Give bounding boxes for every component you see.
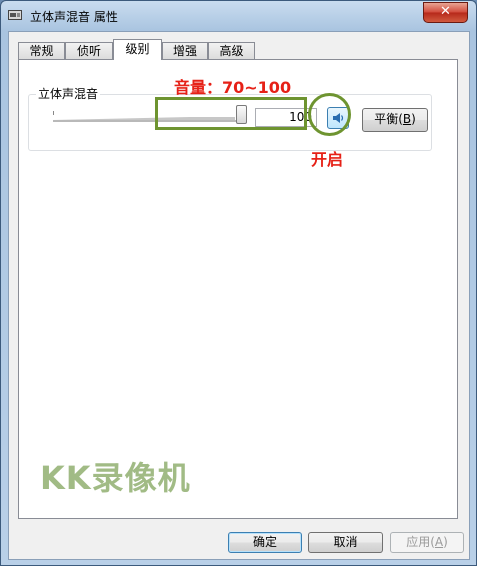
balance-label-suffix: )	[411, 112, 416, 126]
title-bar[interactable]: 立体声混音 属性 ✕	[1, 1, 476, 31]
slider-tick-min	[53, 111, 54, 115]
volume-highlight-box	[155, 97, 307, 130]
tab-enhancements[interactable]: 增强	[162, 42, 208, 59]
ok-button[interactable]: 确定	[228, 532, 302, 553]
speaker-device-icon	[8, 10, 22, 20]
tab-levels[interactable]: 级别	[113, 39, 162, 60]
tab-advanced[interactable]: 高级	[208, 42, 255, 59]
apply-label-suffix: )	[443, 535, 448, 549]
apply-button[interactable]: 应用(A)	[390, 532, 464, 553]
balance-access-key: B	[402, 112, 412, 126]
volume-range-annotation: 音量：70~100	[174, 78, 292, 97]
tab-general[interactable]: 常规	[18, 42, 65, 59]
close-button[interactable]: ✕	[423, 2, 468, 23]
apply-label-prefix: 应用(	[406, 535, 435, 549]
enabled-annotation: 开启	[311, 150, 344, 169]
watermark: KK录像机	[40, 459, 191, 497]
cancel-button[interactable]: 取消	[308, 532, 383, 553]
apply-access-key: A	[434, 535, 444, 549]
window-title: 立体声混音 属性	[30, 10, 118, 24]
balance-label-prefix: 平衡(	[374, 112, 403, 126]
balance-button[interactable]: 平衡(B)	[362, 108, 428, 132]
group-label: 立体声混音	[36, 87, 101, 101]
properties-window: 立体声混音 属性 ✕ 常规 侦听 级别 增强 高级 立体声混音 100 平衡(B…	[0, 0, 477, 566]
tab-listen[interactable]: 侦听	[65, 42, 113, 59]
speaker-highlight-circle	[308, 93, 351, 136]
